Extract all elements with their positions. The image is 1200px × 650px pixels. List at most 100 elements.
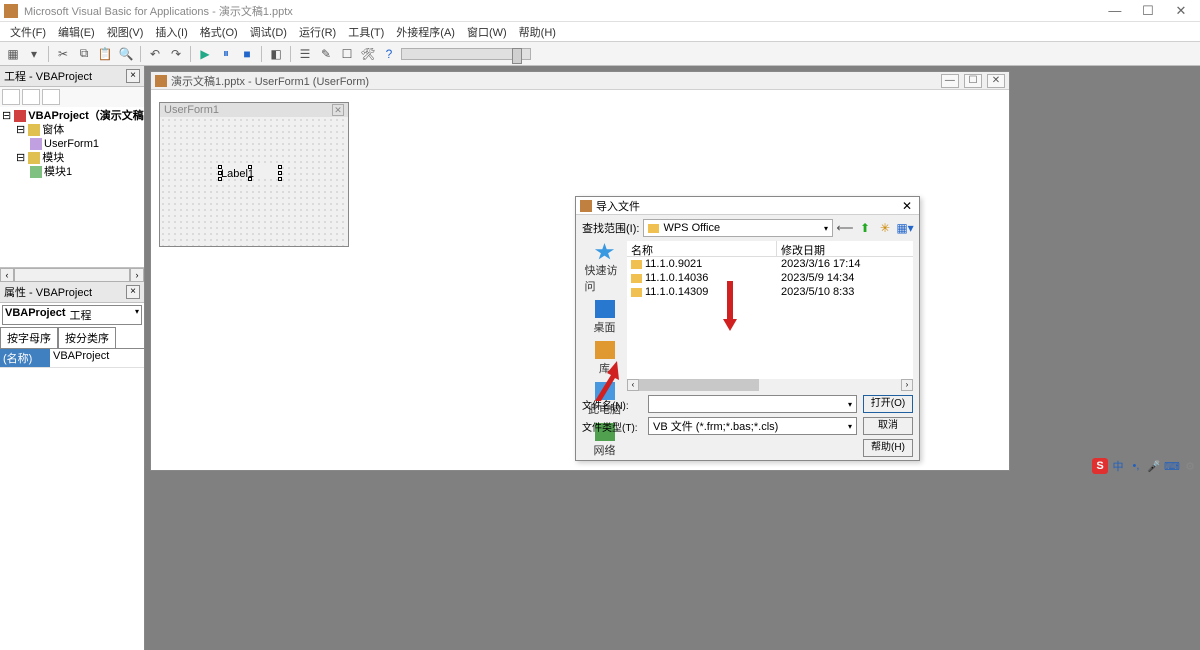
nav-newfolder-icon[interactable]: ✳ <box>877 220 893 236</box>
child-maximize-icon[interactable]: ☐ <box>964 74 982 88</box>
proj-view-code-icon[interactable] <box>2 89 20 105</box>
child-close-icon[interactable]: ✕ <box>987 74 1005 88</box>
place-library[interactable]: 库 <box>585 341 625 376</box>
form-designer-close-icon[interactable]: ✕ <box>332 104 344 116</box>
place-desktop[interactable]: 桌面 <box>585 300 625 335</box>
menu-run[interactable]: 运行(R) <box>293 22 342 42</box>
tree-forms-folder[interactable]: 窗体 <box>42 124 64 136</box>
toolbar-project-icon[interactable]: ☰ <box>296 45 314 63</box>
tab-categorized[interactable]: 按分类序 <box>58 327 116 348</box>
filelist-hscroll[interactable]: ‹ › <box>627 379 913 391</box>
properties-panel-close-icon[interactable]: × <box>126 285 140 299</box>
toolbar: ▦ ▾ ✂ ⧉ 📋 🔍 ↶ ↷ ▶ ⏸ ■ ◧ ☰ ✎ ☐ 🛠 ? <box>0 42 1200 66</box>
open-button[interactable]: 打开(O) <box>863 395 913 413</box>
properties-combo-name: VBAProject <box>5 307 66 323</box>
nav-back-icon[interactable]: ⟵ <box>837 220 853 236</box>
col-name[interactable]: 名称 <box>627 241 777 256</box>
toolbar-run-icon[interactable]: ▶ <box>196 45 214 63</box>
maximize-button[interactable]: ☐ <box>1133 3 1163 19</box>
folder-icon <box>631 274 642 283</box>
toolbar-paste-icon[interactable]: 📋 <box>96 45 114 63</box>
nav-up-icon[interactable]: ⬆ <box>857 220 873 236</box>
menu-tools[interactable]: 工具(T) <box>342 22 390 42</box>
tree-modules-folder[interactable]: 模块 <box>42 152 64 164</box>
folder-icon <box>631 260 642 269</box>
filename-label: 文件名(N): <box>582 397 642 412</box>
dialog-close-icon[interactable]: ✕ <box>899 199 915 213</box>
ime-lang-icon[interactable]: 中 <box>1110 458 1126 474</box>
scroll-thumb[interactable] <box>639 379 759 391</box>
toolbar-undo-icon[interactable]: ↶ <box>146 45 164 63</box>
close-button[interactable]: ✕ <box>1166 3 1196 19</box>
filetype-combo[interactable]: VB 文件 (*.frm;*.bas;*.cls) ▾ <box>648 417 857 435</box>
project-panel-close-icon[interactable]: × <box>126 69 140 83</box>
ime-punct-icon[interactable]: •, <box>1128 458 1144 474</box>
menu-file[interactable]: 文件(F) <box>4 22 52 42</box>
tree-root[interactable]: VBAProject（演示文稿 <box>28 110 144 122</box>
child-minimize-icon[interactable]: — <box>941 74 959 88</box>
file-row[interactable]: 11.1.0.14036 2023/5/9 14:34 <box>627 271 913 285</box>
toolbar-insert-icon[interactable]: ▾ <box>25 45 43 63</box>
ime-mic-icon[interactable]: 🎤 <box>1146 458 1162 474</box>
properties-panel: 属性 - VBAProject × VBAProject 工程 ▾ 按字母序 按… <box>0 282 144 650</box>
file-row[interactable]: 11.1.0.9021 2023/3/16 17:14 <box>627 257 913 271</box>
prop-name-value[interactable]: VBAProject <box>50 349 144 367</box>
scroll-right-icon[interactable]: › <box>901 379 913 391</box>
toolbar-object-icon[interactable]: ☐ <box>338 45 356 63</box>
scroll-left-icon[interactable]: ‹ <box>0 268 14 282</box>
filelist-header[interactable]: 名称 修改日期 <box>627 241 913 257</box>
help-button[interactable]: 帮助(H) <box>863 439 913 457</box>
properties-grid[interactable]: (名称) VBAProject <box>0 349 144 650</box>
menu-help[interactable]: 帮助(H) <box>513 22 562 42</box>
toolbar-view-icon[interactable]: ▦ <box>4 45 22 63</box>
nav-view-icon[interactable]: ▦▾ <box>897 220 913 236</box>
toolbar-redo-icon[interactable]: ↷ <box>167 45 185 63</box>
menu-view[interactable]: 视图(V) <box>101 22 150 42</box>
proj-folders-icon[interactable] <box>42 89 60 105</box>
form-designer[interactable]: UserForm1 ✕ Label1 <box>159 102 349 247</box>
project-tree[interactable]: ⊟ VBAProject（演示文稿 ⊟ 窗体 UserForm1 ⊟ 模块 模块… <box>0 107 144 267</box>
tree-userform1[interactable]: UserForm1 <box>44 138 99 150</box>
menu-debug[interactable]: 调试(D) <box>244 22 293 42</box>
file-row[interactable]: 11.1.0.14309 2023/5/10 8:33 <box>627 285 913 299</box>
ime-logo-icon[interactable]: S <box>1092 458 1108 474</box>
library-icon <box>595 341 615 359</box>
toolbar-cut-icon[interactable]: ✂ <box>54 45 72 63</box>
app-title: Microsoft Visual Basic for Applications … <box>24 3 293 19</box>
filelist[interactable]: 11.1.0.9021 2023/3/16 17:14 11.1.0.14036… <box>627 257 913 379</box>
scroll-right-icon[interactable]: › <box>130 268 144 282</box>
toolbar-find-icon[interactable]: 🔍 <box>117 45 135 63</box>
look-in-combo[interactable]: WPS Office ▾ <box>643 219 833 237</box>
menu-format[interactable]: 格式(O) <box>194 22 244 42</box>
menu-addins[interactable]: 外接程序(A) <box>390 22 461 42</box>
menu-insert[interactable]: 插入(I) <box>149 22 193 42</box>
menubar: 文件(F) 编辑(E) 视图(V) 插入(I) 格式(O) 调试(D) 运行(R… <box>0 22 1200 42</box>
place-quick[interactable]: 快速访问 <box>585 243 625 294</box>
toolbar-slider[interactable] <box>401 48 531 60</box>
toolbar-break-icon[interactable]: ⏸ <box>217 45 235 63</box>
ime-settings-icon[interactable]: ⚙ <box>1182 458 1198 474</box>
properties-object-combo[interactable]: VBAProject 工程 ▾ <box>2 305 142 325</box>
folder-icon <box>631 288 642 297</box>
toolbar-reset-icon[interactable]: ■ <box>238 45 256 63</box>
scroll-left-icon[interactable]: ‹ <box>627 379 639 391</box>
cancel-button[interactable]: 取消 <box>863 417 913 435</box>
col-date[interactable]: 修改日期 <box>777 241 913 256</box>
ime-keyboard-icon[interactable]: ⌨ <box>1164 458 1180 474</box>
tree-module1[interactable]: 模块1 <box>44 166 72 178</box>
toolbar-properties-icon[interactable]: ✎ <box>317 45 335 63</box>
filename-input[interactable]: ▾ <box>648 395 857 413</box>
toolbar-toolbox-icon[interactable]: 🛠 <box>359 45 377 63</box>
minimize-button[interactable]: — <box>1100 3 1130 18</box>
label-control[interactable]: Label1 <box>220 167 280 179</box>
toolbar-design-icon[interactable]: ◧ <box>267 45 285 63</box>
menu-window[interactable]: 窗口(W) <box>461 22 513 42</box>
look-in-value: WPS Office <box>663 222 720 234</box>
toolbar-copy-icon[interactable]: ⧉ <box>75 45 93 63</box>
tab-alphabetic[interactable]: 按字母序 <box>0 327 58 348</box>
menu-edit[interactable]: 编辑(E) <box>52 22 101 42</box>
toolbar-help-icon[interactable]: ? <box>380 45 398 63</box>
window-controls: — ☐ ✕ <box>1100 3 1196 19</box>
proj-view-object-icon[interactable] <box>22 89 40 105</box>
project-hscroll[interactable]: ‹ › <box>0 267 144 281</box>
